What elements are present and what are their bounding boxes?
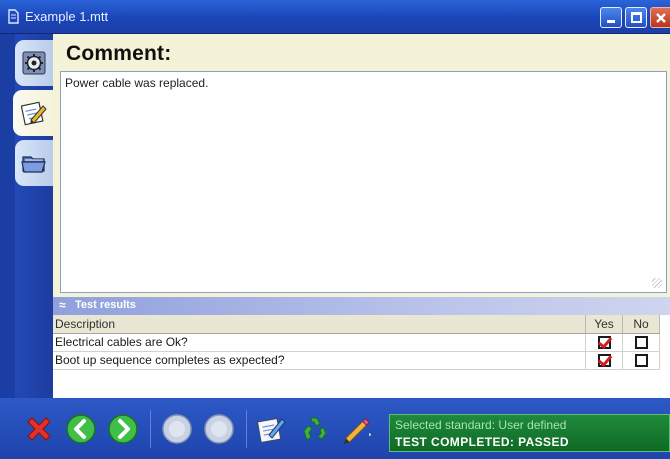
table-header-row: Description Yes No [53,315,660,334]
test-results-table: Description Yes No Electrical cables are… [53,315,660,370]
back-button[interactable] [64,412,98,446]
column-header-description[interactable]: Description [53,315,587,334]
close-icon [656,13,666,23]
test-results-label: Test results [75,299,136,311]
document-icon [8,9,19,24]
test-result-status: TEST COMPLETED: PASSED [395,435,569,449]
recycle-icon [303,417,327,441]
column-header-yes[interactable]: Yes [585,315,623,334]
column-header-no[interactable]: No [622,315,660,334]
folder-tab[interactable] [15,140,53,186]
disabled-button-2[interactable] [202,412,236,446]
comment-textarea[interactable]: Power cable was replaced. [60,71,667,293]
yes-checkbox[interactable] [597,354,611,368]
folder-icon [21,156,46,173]
test-results-table-container: Description Yes No Electrical cables are… [53,315,670,398]
blank-circle-icon [204,414,234,444]
arrow-left-icon [66,414,96,444]
side-tab-strip [15,34,53,398]
settings-gear-tab[interactable] [15,40,53,86]
gear-icon [22,51,46,75]
left-border [0,34,15,398]
red-x-icon [27,417,51,441]
arrow-right-icon [108,414,138,444]
selected-standard-text: Selected standard: User defined [395,418,567,432]
toolbar-separator [150,410,151,448]
notepad-icon [256,417,286,444]
collapse-chevron-icon[interactable]: ≈ [59,298,66,312]
table-row[interactable]: Boot up sequence completes as expected? [53,351,660,370]
pencil-icon [343,417,372,445]
comment-heading: Comment: [66,42,172,65]
resize-grip-icon[interactable] [652,278,662,288]
edit-notes-button[interactable] [254,412,288,446]
test-results-header[interactable]: ≈ Test results [53,297,670,315]
window-title: Example 1.mtt [25,9,109,24]
minimize-button[interactable] [600,7,622,28]
no-checkbox[interactable] [634,336,648,350]
cancel-button[interactable] [22,412,56,446]
tools-button[interactable] [340,412,374,446]
no-checkbox[interactable] [634,354,648,368]
maximize-icon [631,12,642,23]
disabled-button-1[interactable] [160,412,194,446]
yes-checkbox[interactable] [597,336,611,350]
maximize-button[interactable] [625,7,647,28]
toolbar-separator [246,410,247,448]
row-description: Boot up sequence completes as expected? [53,351,587,370]
forward-button[interactable] [106,412,140,446]
close-button[interactable] [650,7,670,28]
comment-tab[interactable] [13,90,55,136]
recycle-button[interactable] [298,412,332,446]
comment-text: Power cable was replaced. [65,76,209,90]
window-titlebar: Example 1.mtt [0,0,670,34]
pencil-note-icon [21,101,47,126]
minimize-icon [607,20,615,23]
blank-circle-icon [162,414,192,444]
row-description: Electrical cables are Ok? [53,333,587,352]
status-panel: Selected standard: User defined TEST COM… [389,414,670,452]
table-row[interactable]: Electrical cables are Ok? [53,333,660,352]
